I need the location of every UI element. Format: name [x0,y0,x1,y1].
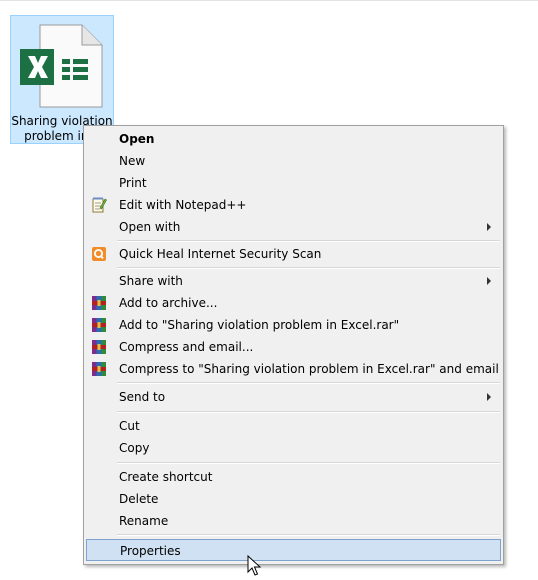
menu-item-label: Cut [119,419,140,433]
submenu-arrow-icon [487,223,491,231]
menu-item-compress-email[interactable]: Compress and email... [86,336,501,358]
menu-item-label: Edit with Notepad++ [119,198,247,212]
quick-heal-icon [92,247,106,261]
submenu-arrow-icon [487,393,491,401]
menu-item-label: Rename [119,514,169,528]
mouse-pointer-icon [247,555,262,576]
menu-item-label: New [119,154,146,168]
excel-file-icon [20,24,103,108]
menu-item-label: Open [119,132,155,146]
menu-item-new[interactable]: New [86,150,501,172]
menu-item-properties[interactable]: Properties [86,539,501,561]
menu-item-delete[interactable]: Delete [86,488,501,510]
menu-separator [117,534,500,536]
window-top-border [0,0,538,1]
menu-separator [117,411,500,413]
menu-item-label: Share with [119,274,183,288]
submenu-arrow-icon [487,277,491,285]
menu-item-create-shortcut[interactable]: Create shortcut [86,466,501,488]
menu-separator [117,267,500,269]
winrar-icon [92,362,106,376]
menu-item-add-to-archive[interactable]: Add to archive... [86,292,501,314]
menu-item-label: Print [119,176,147,190]
menu-item-label: Delete [119,492,159,506]
menu-item-label: Send to [119,390,166,404]
menu-item-label: Copy [119,441,150,455]
menu-item-add-to-rar[interactable]: Add to "Sharing violation problem in Exc… [86,314,501,336]
winrar-icon [92,340,106,354]
menu-item-rename[interactable]: Rename [86,510,501,532]
menu-item-label: Open with [119,220,181,234]
menu-item-open-with[interactable]: Open with [86,216,501,238]
menu-item-label: Add to archive... [119,296,218,310]
menu-separator [117,462,500,464]
menu-item-label: Create shortcut [119,470,213,484]
menu-item-open[interactable]: Open [86,128,501,150]
menu-separator [117,240,500,242]
menu-item-label: Compress to "Sharing violation problem i… [119,362,499,376]
menu-item-cut[interactable]: Cut [86,415,501,437]
menu-item-edit-notepad[interactable]: Edit with Notepad++ [86,194,501,216]
menu-item-share-with[interactable]: Share with [86,270,501,292]
menu-item-quick-heal-scan[interactable]: Quick Heal Internet Security Scan [86,243,501,265]
menu-item-copy[interactable]: Copy [86,437,501,459]
menu-item-compress-rar-email[interactable]: Compress to "Sharing violation problem i… [86,358,501,380]
menu-separator [117,382,500,384]
winrar-icon [92,318,106,332]
menu-item-label: Properties [120,544,181,558]
context-menu: Open New Print Edit with Notepad++ Open … [83,125,504,565]
winrar-icon [92,296,106,310]
menu-item-send-to[interactable]: Send to [86,386,501,408]
notepad-plus-plus-icon [92,197,107,213]
menu-item-label: Add to "Sharing violation problem in Exc… [119,318,400,332]
menu-item-label: Quick Heal Internet Security Scan [119,247,322,261]
menu-item-print[interactable]: Print [86,172,501,194]
menu-item-label: Compress and email... [119,340,254,354]
